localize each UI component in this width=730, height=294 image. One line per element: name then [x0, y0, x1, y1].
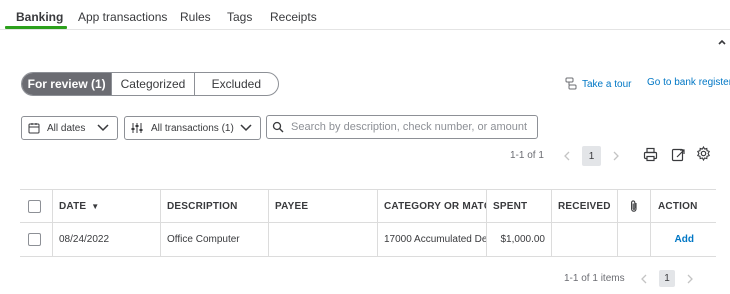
gear-icon[interactable]	[696, 146, 711, 161]
chevron-left-icon[interactable]	[563, 151, 571, 161]
tour-icon	[565, 77, 577, 90]
chevron-right-icon[interactable]	[686, 274, 694, 284]
table-header-row: DATE ▼ DESCRIPTION PAYEE CATEGORY OR MAT…	[20, 189, 716, 223]
pager-range-top: 1-1 of 1	[510, 150, 544, 161]
date-header-label: DATE	[59, 200, 87, 212]
pager-range-bottom: 1-1 of 1 items	[564, 273, 625, 284]
payee-column-header[interactable]: PAYEE	[268, 190, 377, 222]
tab-bar: Banking App transactions Rules Tags Rece…	[0, 0, 730, 30]
dates-filter-dropdown[interactable]: All dates	[21, 116, 118, 140]
excluded-button[interactable]: Excluded	[195, 73, 278, 95]
row-action-cell: Add	[650, 223, 716, 256]
chevron-right-icon[interactable]	[612, 151, 620, 161]
calendar-icon	[28, 123, 40, 134]
tab-receipts[interactable]: Receipts	[270, 10, 317, 24]
action-column-header: ACTION	[650, 190, 716, 222]
search-icon	[272, 121, 284, 133]
for-review-button[interactable]: For review (1)	[22, 73, 113, 95]
tab-banking[interactable]: Banking	[16, 10, 63, 24]
export-icon[interactable]	[671, 147, 686, 162]
select-all-checkbox[interactable]	[28, 199, 41, 213]
search-input[interactable]	[266, 115, 538, 139]
dates-filter-label: All dates	[47, 122, 86, 134]
tab-rules[interactable]: Rules	[180, 10, 211, 24]
current-page-top[interactable]: 1	[582, 146, 601, 166]
transactions-filter-label: All transactions (1)	[151, 122, 234, 134]
row-payee[interactable]	[268, 223, 377, 256]
attachment-column-header	[617, 190, 650, 222]
tab-app-transactions[interactable]: App transactions	[78, 10, 167, 24]
filter-sliders-icon	[131, 123, 143, 133]
transactions-table: DATE ▼ DESCRIPTION PAYEE CATEGORY OR MAT…	[20, 189, 716, 257]
chevron-up-icon[interactable]	[716, 36, 728, 48]
row-description: Office Computer	[160, 223, 268, 256]
row-date: 08/24/2022	[52, 223, 160, 256]
received-column-header[interactable]: RECEIVED	[551, 190, 617, 222]
row-attachment	[617, 223, 650, 256]
row-spent: $1,000.00	[486, 223, 551, 256]
chevron-down-icon	[240, 124, 252, 132]
description-column-header[interactable]: DESCRIPTION	[160, 190, 268, 222]
current-page-bottom[interactable]: 1	[659, 270, 675, 287]
row-received	[551, 223, 617, 256]
tab-tags[interactable]: Tags	[227, 10, 252, 24]
review-status-toggle: For review (1) Categorized Excluded	[21, 72, 279, 96]
take-tour-label: Take a tour	[582, 78, 632, 90]
active-tab-indicator	[5, 26, 67, 29]
sort-desc-icon: ▼	[91, 201, 100, 211]
row-category[interactable]: 17000 Accumulated De	[377, 223, 486, 256]
spent-column-header[interactable]: SPENT	[486, 190, 551, 222]
category-column-header[interactable]: CATEGORY OR MATCH	[377, 190, 486, 222]
chevron-left-icon[interactable]	[640, 274, 648, 284]
chevron-down-icon	[97, 124, 109, 132]
paperclip-icon	[631, 200, 637, 212]
row-select-cell	[20, 223, 52, 256]
categorized-button[interactable]: Categorized	[112, 73, 195, 95]
transactions-filter-dropdown[interactable]: All transactions (1)	[124, 116, 261, 140]
take-tour-link[interactable]: Take a tour	[565, 77, 631, 91]
row-checkbox[interactable]	[28, 233, 41, 246]
bank-register-link[interactable]: Go to bank register	[647, 77, 730, 88]
add-button[interactable]: Add	[675, 234, 694, 245]
table-row[interactable]: 08/24/2022 Office Computer 17000 Accumul…	[20, 223, 716, 257]
select-all-cell	[20, 190, 52, 222]
print-icon[interactable]	[643, 147, 658, 162]
date-column-header[interactable]: DATE ▼	[52, 190, 160, 222]
